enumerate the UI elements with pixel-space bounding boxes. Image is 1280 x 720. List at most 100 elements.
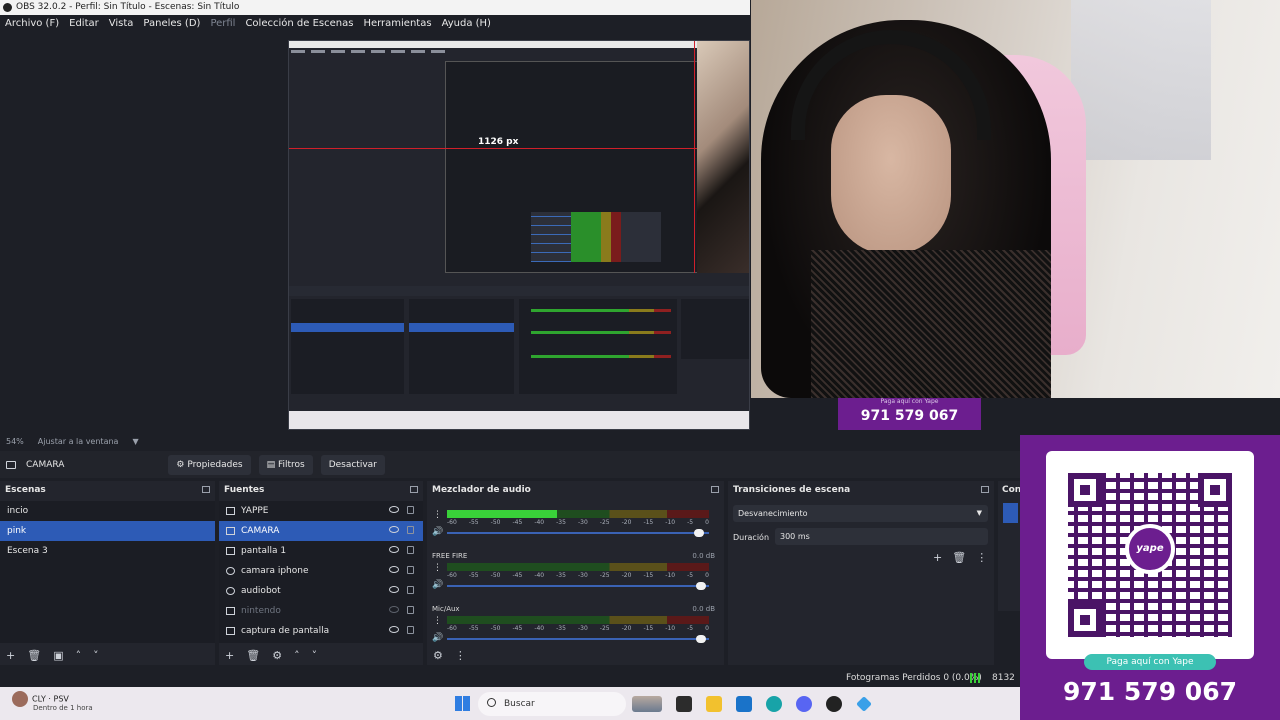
menu-item[interactable]: Herramientas — [363, 15, 431, 32]
menu-item[interactable]: Editar — [69, 15, 99, 32]
move-down-icon[interactable]: ˅ — [312, 649, 318, 662]
menu-item[interactable]: Vista — [109, 15, 134, 32]
undock-icon[interactable] — [711, 486, 719, 493]
source-item[interactable]: camara iphone — [219, 561, 423, 581]
meter-tick: -35 — [556, 625, 566, 632]
duration-input[interactable]: 300 ms — [775, 528, 988, 545]
transition-select[interactable]: Desvanecimiento ▼ — [733, 505, 988, 522]
remove-source-icon[interactable]: 🗑 — [246, 649, 260, 662]
menu-item[interactable]: Ayuda (H) — [442, 15, 491, 32]
add-source-icon[interactable]: + — [225, 649, 234, 662]
volume-slider[interactable] — [447, 582, 709, 590]
speaker-icon[interactable]: 🔊 — [432, 633, 443, 643]
eye-icon[interactable] — [389, 626, 399, 633]
volume-slider[interactable] — [447, 529, 709, 537]
deactivate-button[interactable]: Desactivar — [320, 454, 385, 475]
eye-icon[interactable] — [389, 506, 399, 513]
move-up-icon[interactable]: ˄ — [294, 649, 300, 662]
eye-icon[interactable] — [389, 546, 399, 553]
lock-icon[interactable] — [407, 606, 414, 614]
meter-tick: -60 — [447, 519, 457, 526]
volume-slider-handle[interactable] — [693, 529, 704, 537]
transition-menu-icon[interactable]: ⋮ — [976, 551, 987, 564]
meter-tick: -55 — [468, 572, 479, 579]
source-label: CAMARA — [241, 526, 280, 536]
windows-start-icon[interactable] — [455, 696, 470, 711]
obs-icon[interactable] — [826, 696, 842, 712]
channel-menu-icon[interactable]: ⋮ — [433, 616, 442, 626]
zoom-dropdown-icon[interactable]: ▼ — [132, 435, 138, 449]
meter-tick: -15 — [643, 625, 654, 632]
source-item[interactable]: pantalla 1 — [219, 541, 423, 561]
volume-slider-handle[interactable] — [696, 635, 707, 643]
menu-item[interactable]: Colección de Escenas — [245, 15, 353, 32]
taskview-icon[interactable] — [676, 696, 692, 712]
source-item[interactable]: audiobot — [219, 581, 423, 601]
source-settings-icon[interactable]: ⚙ — [272, 649, 282, 662]
source-item[interactable]: captura de pantalla — [219, 621, 423, 641]
lock-icon[interactable] — [407, 566, 414, 574]
eye-icon[interactable] — [389, 526, 399, 533]
sources-footer: + 🗑 ⚙ ˄ ˅ — [219, 645, 423, 665]
nested-inner-meters — [571, 212, 661, 262]
scene-item[interactable]: Escena 3 — [0, 541, 215, 561]
scene-item[interactable]: pink — [0, 521, 215, 541]
lock-icon[interactable] — [407, 526, 414, 534]
filter-icon: ▤ — [266, 459, 278, 470]
scene-filters-icon[interactable]: ▣ — [53, 649, 63, 662]
lock-icon[interactable] — [407, 546, 414, 554]
lock-icon[interactable] — [407, 586, 414, 594]
scene-item[interactable]: incio — [0, 501, 215, 521]
move-up-icon[interactable]: ˄ — [76, 649, 82, 662]
filters-button[interactable]: ▤ Filtros — [258, 454, 313, 475]
remove-transition-icon[interactable]: 🗑 — [952, 551, 966, 564]
discord-icon[interactable] — [796, 696, 812, 712]
eye-hidden-icon[interactable] — [389, 606, 399, 613]
undock-icon[interactable] — [981, 486, 989, 493]
notification-widget[interactable]: CLY · PSV Dentro de 1 hora — [12, 691, 93, 712]
eye-icon[interactable] — [389, 586, 399, 593]
mixer-footer: ⚙ ⋮ — [427, 645, 724, 665]
start-streaming-button[interactable] — [1003, 503, 1018, 523]
move-down-icon[interactable]: ˅ — [93, 649, 99, 662]
transitions-dock: Transiciones de escena Desvanecimiento ▼… — [728, 481, 994, 665]
speaker-icon[interactable]: 🔊 — [432, 580, 443, 590]
undock-icon[interactable] — [202, 486, 210, 493]
menu-item[interactable]: Archivo (F) — [5, 15, 59, 32]
speaker-icon[interactable]: 🔊 — [432, 527, 443, 537]
outlook-icon[interactable] — [736, 696, 752, 712]
audio-channel: ⋮ -60 -55 -50 -45 -40 -35 -30 -25 -20 -15 -10 -5 0 🔊 — [427, 499, 724, 552]
advanced-audio-icon[interactable]: ⚙ — [433, 649, 443, 662]
sources-header: Fuentes — [219, 481, 423, 499]
channel-menu-icon[interactable]: ⋮ — [433, 510, 442, 520]
properties-button[interactable]: ⚙ Propiedades — [168, 454, 251, 475]
eye-icon[interactable] — [389, 566, 399, 573]
file-explorer-icon[interactable] — [706, 696, 722, 712]
taskbar-widget-icon[interactable] — [632, 696, 662, 712]
meter-tick: -45 — [512, 519, 523, 526]
person-shirt — [811, 250, 1051, 398]
edge-icon[interactable] — [766, 696, 782, 712]
lock-icon[interactable] — [407, 626, 414, 634]
globe-icon — [226, 586, 235, 595]
lock-icon[interactable] — [407, 506, 414, 514]
channel-menu-icon[interactable]: ⋮ — [433, 563, 442, 573]
source-item[interactable]: CAMARA — [219, 521, 423, 541]
source-item[interactable]: YAPPE — [219, 501, 423, 521]
add-scene-icon[interactable]: + — [6, 649, 15, 662]
app-icon[interactable] — [856, 696, 872, 712]
transition-tools: + 🗑 ⋮ — [933, 551, 987, 564]
undock-icon[interactable] — [410, 486, 418, 493]
meter-tick: -60 — [447, 572, 457, 579]
zoom-percent[interactable]: 54% — [6, 435, 24, 449]
add-transition-icon[interactable]: + — [933, 551, 942, 564]
menu-item[interactable]: Perfil — [210, 15, 235, 32]
volume-slider-handle[interactable] — [696, 582, 707, 590]
mixer-menu-icon[interactable]: ⋮ — [455, 649, 466, 662]
source-item[interactable]: nintendo — [219, 601, 423, 621]
volume-slider[interactable] — [447, 635, 709, 643]
taskbar-search[interactable]: Buscar — [478, 692, 626, 716]
remove-scene-icon[interactable]: 🗑 — [27, 649, 41, 662]
zoom-fit-label[interactable]: Ajustar a la ventana — [38, 435, 119, 449]
menu-item[interactable]: Paneles (D) — [143, 15, 200, 32]
